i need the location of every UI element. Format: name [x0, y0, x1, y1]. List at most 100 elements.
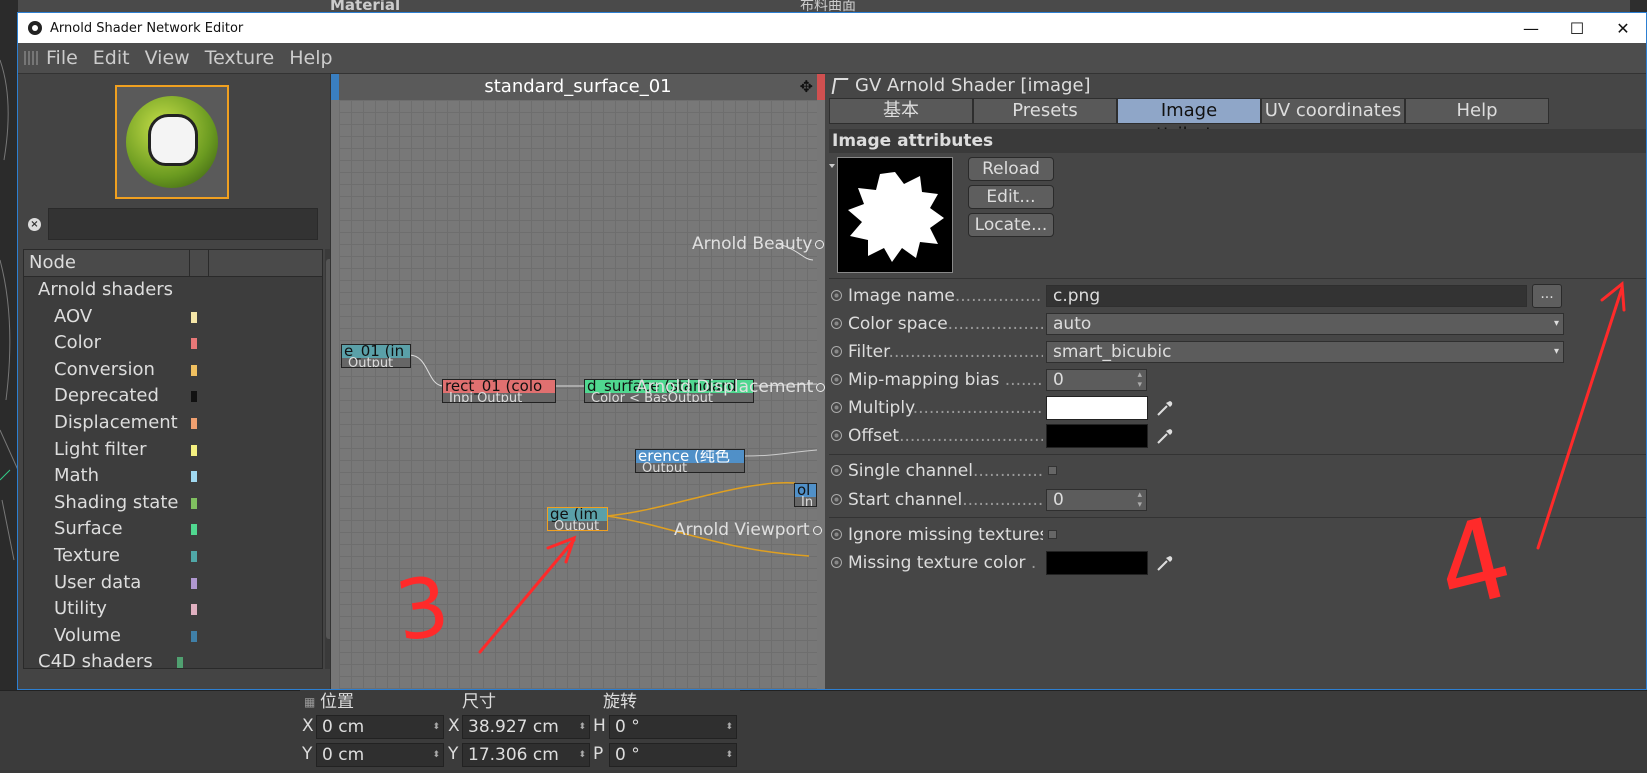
- tree-item-light-filter[interactable]: Light filter: [24, 437, 322, 464]
- graph-node-image[interactable]: ge (im Output: [547, 507, 608, 531]
- offset-color-swatch[interactable]: [1046, 424, 1148, 448]
- multiply-color-swatch[interactable]: [1046, 396, 1148, 420]
- menu-view[interactable]: View: [145, 47, 190, 69]
- tree-item-texture[interactable]: Texture: [24, 543, 322, 570]
- move-arrows-icon[interactable]: ✥: [800, 74, 813, 100]
- node-canvas[interactable]: e_01 (in Output rect_01 (colo Inpi Outpu…: [339, 100, 826, 689]
- tree-item-label: User data: [54, 571, 142, 593]
- grip-icon[interactable]: ▦: [304, 690, 315, 714]
- tree-item-math[interactable]: Math: [24, 463, 322, 490]
- animate-radio-icon[interactable]: [831, 465, 842, 476]
- eyedropper-icon[interactable]: [1155, 553, 1175, 573]
- category-color-swatch: [191, 391, 197, 403]
- menu-file[interactable]: File: [46, 47, 78, 69]
- tree-item-utility[interactable]: Utility: [24, 596, 322, 623]
- tree-item-color[interactable]: Color: [24, 330, 322, 357]
- position-x-field[interactable]: 0 cm ⬍: [316, 715, 444, 739]
- browse-button[interactable]: ...: [1532, 284, 1562, 308]
- rotation-p-field[interactable]: 0 ° ⬍: [609, 743, 737, 767]
- spinner-arrows-icon[interactable]: ⬍: [432, 716, 440, 738]
- mip-bias-field[interactable]: 0 ▴ ▾: [1046, 369, 1147, 391]
- tree-item-user-data[interactable]: User data: [24, 570, 322, 597]
- graph-node-partial[interactable]: ol In: [794, 483, 817, 507]
- material-preview[interactable]: [115, 85, 229, 199]
- field-value: 38.927 cm: [468, 717, 559, 737]
- color-space-dropdown[interactable]: auto ▾: [1046, 313, 1564, 335]
- rotation-h-field[interactable]: 0 ° ⬍: [609, 715, 737, 739]
- tree-item-volume[interactable]: Volume: [24, 623, 322, 650]
- edit-button[interactable]: Edit...: [968, 185, 1054, 209]
- tree-group-arnold-shaders[interactable]: Arnold shaders: [24, 277, 322, 304]
- filter-dropdown[interactable]: smart_bicubic ▾: [1046, 341, 1564, 363]
- animate-radio-icon[interactable]: [831, 318, 842, 329]
- graph-node-reference[interactable]: erence (纯色 Output: [635, 449, 745, 473]
- graph-node-input[interactable]: e_01 (in Output: [341, 344, 411, 368]
- ignore-missing-checkbox[interactable]: [1048, 530, 1057, 539]
- image-name-field[interactable]: c.png: [1046, 285, 1527, 307]
- spinner-arrows-icon[interactable]: ▴ ▾: [1137, 490, 1142, 510]
- animate-radio-icon[interactable]: [831, 494, 842, 505]
- tree-item-displacement[interactable]: Displacement: [24, 410, 322, 437]
- connector-arnold-displacement[interactable]: Arnold Displacement: [636, 377, 826, 397]
- menu-help[interactable]: Help: [289, 47, 332, 69]
- animate-radio-icon[interactable]: [831, 290, 842, 301]
- tree-group-c4d-shaders[interactable]: C4D shaders: [24, 649, 322, 668]
- animate-radio-icon[interactable]: [831, 529, 842, 540]
- connector-port-icon[interactable]: [812, 525, 822, 535]
- title-bar[interactable]: Arnold Shader Network Editor — ☐ ✕: [18, 13, 1646, 43]
- size-x-field[interactable]: 38.927 cm ⬍: [462, 715, 590, 739]
- size-y-field[interactable]: 17.306 cm ⬍: [462, 743, 590, 767]
- dot-leader: ........................................…: [899, 426, 1043, 446]
- spinner-arrows-icon[interactable]: ⬍: [725, 744, 733, 766]
- collapse-arrow-icon[interactable]: [829, 164, 835, 168]
- animate-radio-icon[interactable]: [831, 346, 842, 357]
- animate-radio-icon[interactable]: [831, 557, 842, 568]
- tree-item-conversion[interactable]: Conversion: [24, 357, 322, 384]
- connector-port-icon[interactable]: [815, 239, 825, 249]
- reload-button[interactable]: Reload: [968, 157, 1054, 181]
- graph-node-rect[interactable]: rect_01 (colo Inpi Output: [442, 379, 556, 403]
- clear-search-icon[interactable]: ×: [28, 218, 41, 231]
- animate-radio-icon[interactable]: [831, 374, 842, 385]
- search-row: ×: [18, 208, 336, 242]
- close-button[interactable]: ✕: [1600, 13, 1646, 43]
- menu-texture[interactable]: Texture: [205, 47, 275, 69]
- start-channel-field[interactable]: 0 ▴ ▾: [1046, 489, 1147, 511]
- tree-item-shading-state[interactable]: Shading state: [24, 490, 322, 517]
- node-column-header[interactable]: Node: [24, 250, 322, 277]
- position-y-field[interactable]: 0 cm ⬍: [316, 743, 444, 767]
- animate-radio-icon[interactable]: [831, 430, 842, 441]
- spinner-arrows-icon[interactable]: ⬍: [578, 744, 586, 766]
- tree-item-label: Surface: [54, 518, 123, 540]
- spinner-arrows-icon[interactable]: ⬍: [432, 744, 440, 766]
- tree-item-surface[interactable]: Surface: [24, 516, 322, 543]
- missing-color-swatch[interactable]: [1046, 551, 1148, 575]
- eyedropper-icon[interactable]: [1155, 398, 1175, 418]
- inspector-panel: GV Arnold Shader [image] 基本 Presets Imag…: [825, 74, 1646, 689]
- locate-button[interactable]: Locate...: [968, 213, 1054, 237]
- tab-help[interactable]: Help: [1405, 98, 1549, 124]
- spinner-arrows-icon[interactable]: ⬍: [578, 716, 586, 738]
- tab-uv-coordinates[interactable]: UV coordinates: [1261, 98, 1405, 124]
- grip-icon[interactable]: [24, 51, 38, 65]
- connector-arnold-viewport[interactable]: Arnold Viewport: [674, 520, 822, 540]
- minimize-button[interactable]: —: [1508, 13, 1554, 43]
- spinner-arrows-icon[interactable]: ⬍: [725, 716, 733, 738]
- tab-basic[interactable]: 基本: [829, 98, 973, 124]
- eyedropper-icon[interactable]: [1155, 426, 1175, 446]
- spinner-arrows-icon[interactable]: ▴ ▾: [1137, 370, 1142, 390]
- tab-presets[interactable]: Presets: [973, 98, 1117, 124]
- animate-radio-icon[interactable]: [831, 402, 842, 413]
- maximize-button[interactable]: ☐: [1554, 13, 1600, 43]
- search-input[interactable]: [48, 208, 318, 240]
- tab-image-attributes[interactable]: Image attributes: [1117, 98, 1261, 145]
- texture-preview[interactable]: [829, 157, 953, 273]
- bottom-background: [0, 690, 1647, 770]
- category-color-swatch: [177, 657, 183, 668]
- tree-item-aov[interactable]: AOV: [24, 304, 322, 331]
- tree-item-deprecated[interactable]: Deprecated: [24, 383, 322, 410]
- single-channel-checkbox[interactable]: [1048, 466, 1057, 475]
- menu-edit[interactable]: Edit: [93, 47, 130, 69]
- connector-port-icon[interactable]: [816, 382, 826, 392]
- connector-arnold-beauty[interactable]: Arnold Beauty: [692, 234, 825, 254]
